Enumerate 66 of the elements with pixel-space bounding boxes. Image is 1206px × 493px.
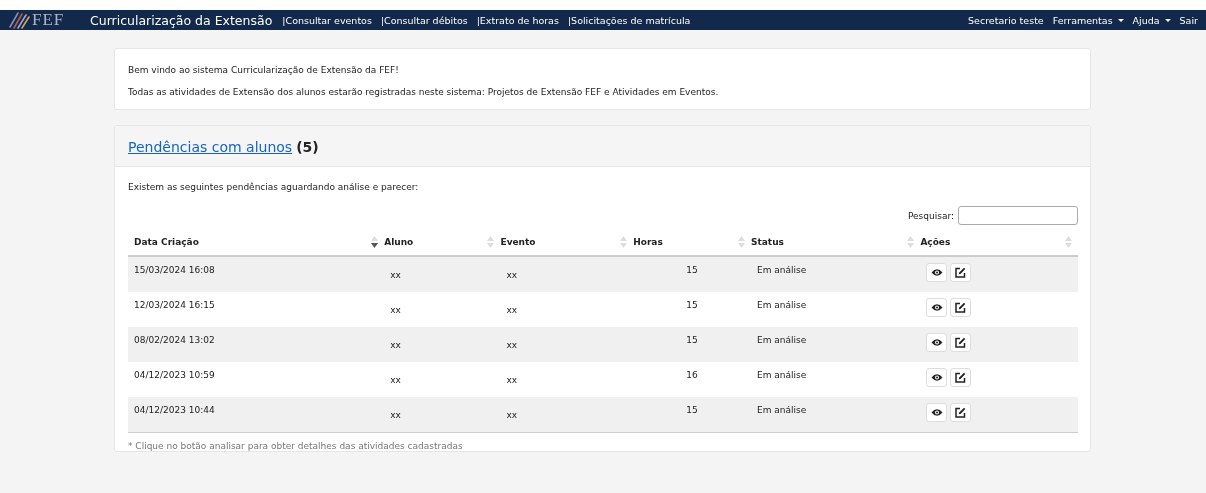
welcome-text: Bem vindo ao sistema Curricularização de Extensão da FEF! [128, 65, 400, 75]
table-cell: 15 [633, 327, 751, 362]
eye-icon [930, 268, 943, 277]
eye-icon [930, 408, 943, 417]
table-cell: xx [384, 256, 501, 292]
table-cell: 16 [633, 362, 751, 397]
table-cell: xx [384, 327, 501, 362]
table-cell: Em análise [750, 256, 921, 292]
view-button[interactable] [926, 263, 948, 282]
edit-icon [955, 337, 967, 348]
table-cell: 08/02/2024 13:02 [128, 327, 385, 362]
caret-icon [1164, 18, 1171, 22]
nav-link[interactable]: Sair [1179, 14, 1198, 26]
table-cell: Em análise [750, 362, 921, 397]
nav-link[interactable]: |Consultar eventos [282, 14, 372, 26]
table-cell: 15/03/2024 16:08 [128, 256, 385, 292]
view-button[interactable] [926, 368, 948, 387]
logo-text[interactable]: FEF [32, 10, 65, 30]
table-cell: 15 [633, 292, 751, 327]
edit-button[interactable] [950, 298, 972, 317]
table-cell: xx [384, 397, 501, 432]
view-button[interactable] [926, 333, 948, 352]
search-label: Pesquisar: [907, 210, 954, 221]
table-cell: Em análise [750, 292, 921, 327]
table-cell: xx [500, 327, 634, 362]
edit-icon [955, 372, 967, 383]
edit-button[interactable] [950, 368, 972, 387]
table-cell: 04/12/2023 10:44 [128, 397, 385, 432]
view-button[interactable] [926, 298, 948, 317]
logo-icon [8, 11, 30, 29]
dropdown-menu[interactable]: Ajuda [1132, 14, 1171, 26]
edit-icon [955, 302, 967, 313]
table-cell: 15 [633, 256, 751, 292]
footnote-text: * Clique no botão analisar para obter detalhes das atividades cadastradas [128, 432, 1078, 451]
table-cell: Em análise [750, 397, 921, 432]
intro-text: Existem as seguintes pendências aguardando análise e parecer: [128, 182, 420, 192]
table-cell: 15 [633, 397, 751, 432]
nav-link[interactable]: |Consultar débitos [380, 14, 468, 26]
eye-icon [930, 338, 943, 347]
pending-link[interactable]: Pendências com alunos [128, 139, 293, 155]
table-cell: 12/03/2024 16:15 [128, 292, 385, 327]
brand-link[interactable]: Curricularização da Extensão [90, 12, 273, 28]
welcome-text: Todas as atividades de Extensão dos alunos estarão registradas neste sistema: Projetos de Extensão FEF e Atividades em Eventos. [128, 87, 720, 97]
edit-icon [955, 407, 967, 418]
caret-icon [1117, 18, 1124, 22]
edit-button[interactable] [950, 263, 972, 282]
dropdown-menu[interactable]: Ferramentas [1052, 14, 1124, 26]
edit-icon [955, 267, 967, 278]
view-button[interactable] [926, 403, 948, 422]
eye-icon [930, 303, 943, 312]
pending-count: (5) [296, 139, 319, 155]
table-cell: xx [500, 397, 634, 432]
search-field[interactable] [958, 206, 1078, 225]
table-cell: xx [500, 256, 634, 292]
table-cell: xx [384, 362, 501, 397]
table-cell: xx [384, 292, 501, 327]
nav-link[interactable]: Secretario teste [968, 14, 1044, 26]
edit-button[interactable] [950, 403, 972, 422]
table-cell: xx [500, 362, 634, 397]
table-cell: Em análise [750, 327, 921, 362]
eye-icon [930, 373, 943, 382]
nav-link[interactable]: |Solicitações de matrícula [567, 14, 691, 26]
table-cell: xx [500, 292, 634, 327]
nav-link[interactable]: |Extrato de horas [476, 14, 559, 26]
table-cell: 04/12/2023 10:59 [128, 362, 385, 397]
edit-button[interactable] [950, 333, 972, 352]
